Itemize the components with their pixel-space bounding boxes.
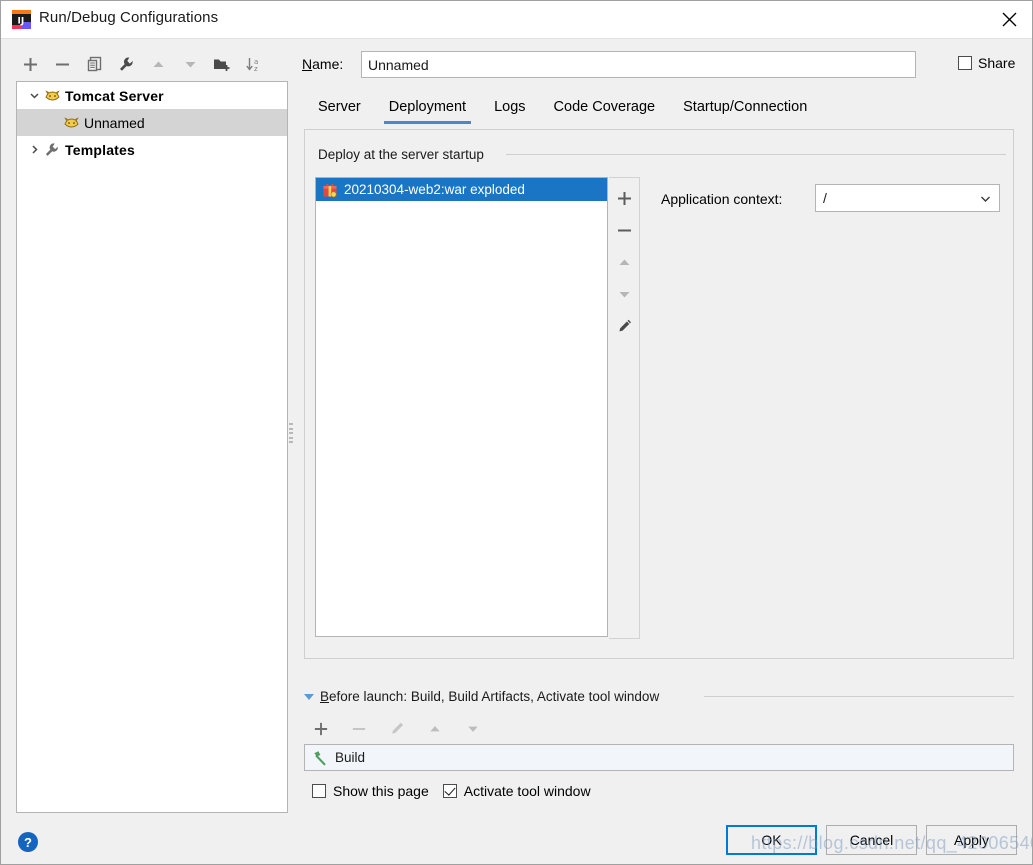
tree-node-label: Unnamed (84, 114, 145, 131)
tomcat-icon (43, 88, 61, 104)
title-bar: IJ Run/Debug Configurations (1, 1, 1032, 39)
sort-az-icon[interactable]: a z (239, 50, 269, 78)
name-label-rest: ame: (312, 56, 344, 72)
tab-server[interactable]: Server (304, 94, 375, 124)
before-launch-add-button[interactable] (306, 715, 336, 743)
tomcat-icon (62, 115, 80, 131)
wrench-icon (43, 142, 61, 158)
tab-label: Startup/Connection (683, 99, 808, 115)
wrench-icon[interactable] (111, 50, 141, 78)
configurations-toolbar: a z (15, 47, 287, 81)
tree-node-tomcat-server[interactable]: Tomcat Server (17, 82, 287, 109)
run-debug-configurations-dialog: IJ Run/Debug Configurations a z Tomcat S… (0, 0, 1033, 865)
ok-button[interactable]: OK (726, 825, 817, 855)
copy-configuration-button[interactable] (79, 50, 109, 78)
share-checkbox-box[interactable] (958, 56, 972, 70)
tree-node-unnamed[interactable]: Unnamed (17, 109, 287, 136)
tab-code-coverage[interactable]: Code Coverage (540, 94, 670, 124)
tab-label: Server (318, 99, 361, 115)
application-context-combobox[interactable]: / (815, 184, 1000, 212)
before-launch-move-down-button[interactable] (458, 715, 488, 743)
before-launch-remove-button[interactable] (344, 715, 374, 743)
name-label: Name: (302, 56, 343, 72)
tab-deployment[interactable]: Deployment (375, 94, 480, 124)
move-down-button[interactable] (175, 50, 205, 78)
before-launch-move-up-button[interactable] (420, 715, 450, 743)
window-title: Run/Debug Configurations (39, 9, 219, 26)
before-launch-rule (704, 696, 1014, 697)
add-configuration-button[interactable] (15, 50, 45, 78)
svg-text:IJ: IJ (18, 17, 25, 27)
bottom-checkboxes: Show this page Activate tool window (312, 783, 591, 799)
tree-node-templates[interactable]: Templates (17, 136, 287, 163)
show-this-page-checkbox[interactable]: Show this page (312, 783, 429, 799)
tree-node-label: Templates (65, 141, 136, 158)
before-launch-task-label: Build (335, 750, 366, 765)
chevron-down-icon[interactable] (25, 87, 43, 105)
name-label-mnemonic: N (302, 56, 313, 72)
application-context-value[interactable]: / (816, 190, 971, 206)
before-launch-title: Before launch: Build, Build Artifacts, A… (320, 689, 659, 704)
name-input[interactable] (361, 51, 916, 78)
tab-label: Code Coverage (553, 99, 656, 115)
move-up-button[interactable] (143, 50, 173, 78)
share-checkbox-label: Share (978, 55, 1016, 71)
before-launch-task-list[interactable]: Build (304, 744, 1014, 771)
tree-node-label: Tomcat Server (65, 87, 164, 104)
artifact-move-down-button[interactable] (610, 278, 638, 310)
remove-artifact-button[interactable] (610, 214, 638, 246)
configurations-tree[interactable]: Tomcat Server Unnamed Templates (16, 81, 288, 813)
deployment-artifacts-list[interactable]: 20210304-web2:war exploded (315, 177, 608, 637)
application-context-label: Application context: (661, 191, 783, 207)
cancel-button[interactable]: Cancel (826, 825, 917, 855)
edit-artifact-button[interactable] (610, 310, 638, 342)
tab-label: Deployment (388, 99, 467, 115)
panel-splitter-handle[interactable] (288, 421, 293, 445)
artifact-label: 20210304-web2:war exploded (344, 182, 525, 197)
apply-button[interactable]: Apply (926, 825, 1017, 855)
chevron-right-icon[interactable] (25, 141, 43, 159)
show-this-page-checkbox-box[interactable] (312, 784, 326, 798)
list-item[interactable]: 20210304-web2:war exploded (316, 178, 607, 201)
close-icon[interactable] (986, 1, 1032, 38)
before-launch-toolbar (306, 714, 506, 744)
tab-label: Logs (494, 99, 526, 115)
artifact-icon (322, 182, 338, 198)
tab-logs[interactable]: Logs (480, 94, 539, 124)
before-launch-mnemonic: B (320, 689, 330, 704)
activate-tool-window-checkbox-box[interactable] (442, 784, 457, 798)
help-icon[interactable]: ? (18, 832, 38, 852)
group-title-rule (506, 154, 1006, 155)
folder-add-icon[interactable] (207, 50, 237, 78)
activate-tool-window-label: Activate tool window (463, 783, 591, 799)
before-launch-header[interactable]: Before launch: Build, Build Artifacts, A… (304, 689, 659, 704)
before-launch-edit-button[interactable] (382, 715, 412, 743)
tab-startup-connection[interactable]: Startup/Connection (669, 94, 821, 124)
chevron-down-icon[interactable] (971, 192, 999, 205)
artifact-move-up-button[interactable] (610, 246, 638, 278)
hammer-icon (312, 750, 328, 766)
add-artifact-button[interactable] (610, 182, 638, 214)
intellij-idea-icon: IJ (12, 10, 31, 29)
show-this-page-label: Show this page (333, 783, 429, 799)
before-launch-title-rest: efore launch: Build, Build Artifacts, Ac… (329, 689, 660, 704)
deployment-group-title: Deploy at the server startup (314, 147, 490, 162)
configuration-tabs: Server Deployment Logs Code Coverage Sta… (304, 94, 1014, 127)
artifacts-side-toolbar (609, 177, 640, 639)
activate-tool-window-checkbox[interactable]: Activate tool window (442, 783, 591, 799)
share-checkbox[interactable]: Share (958, 55, 1015, 71)
triangle-down-icon[interactable] (304, 693, 314, 700)
remove-configuration-button[interactable] (47, 50, 77, 78)
svg-text:z: z (254, 65, 258, 73)
